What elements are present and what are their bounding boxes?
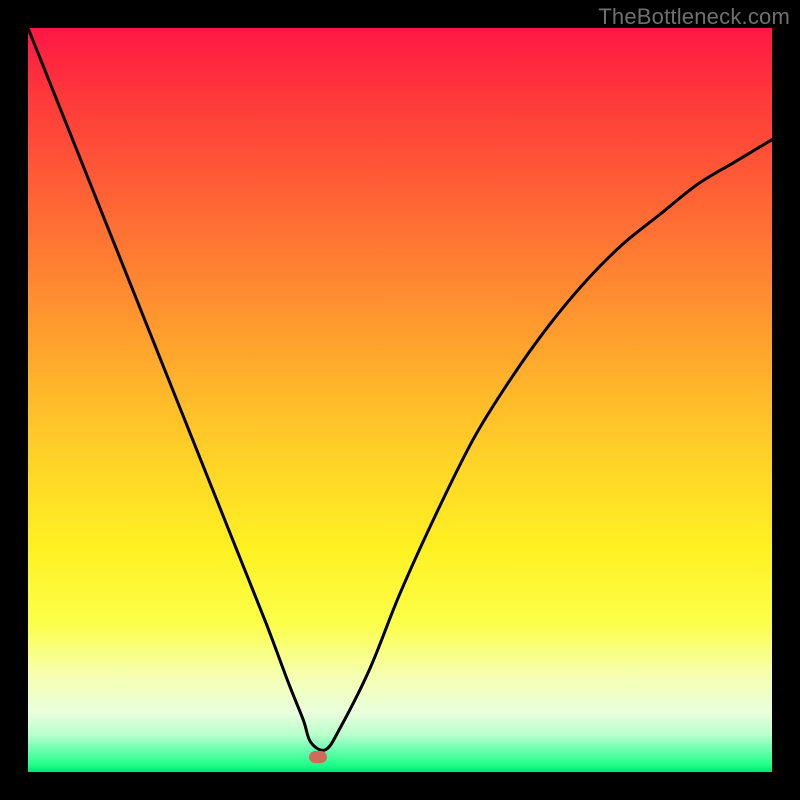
chart-frame: TheBottleneck.com xyxy=(0,0,800,800)
optimal-point-marker xyxy=(309,751,327,763)
watermark-text: TheBottleneck.com xyxy=(598,4,790,30)
plot-area xyxy=(28,28,772,772)
bottleneck-curve xyxy=(28,28,772,772)
